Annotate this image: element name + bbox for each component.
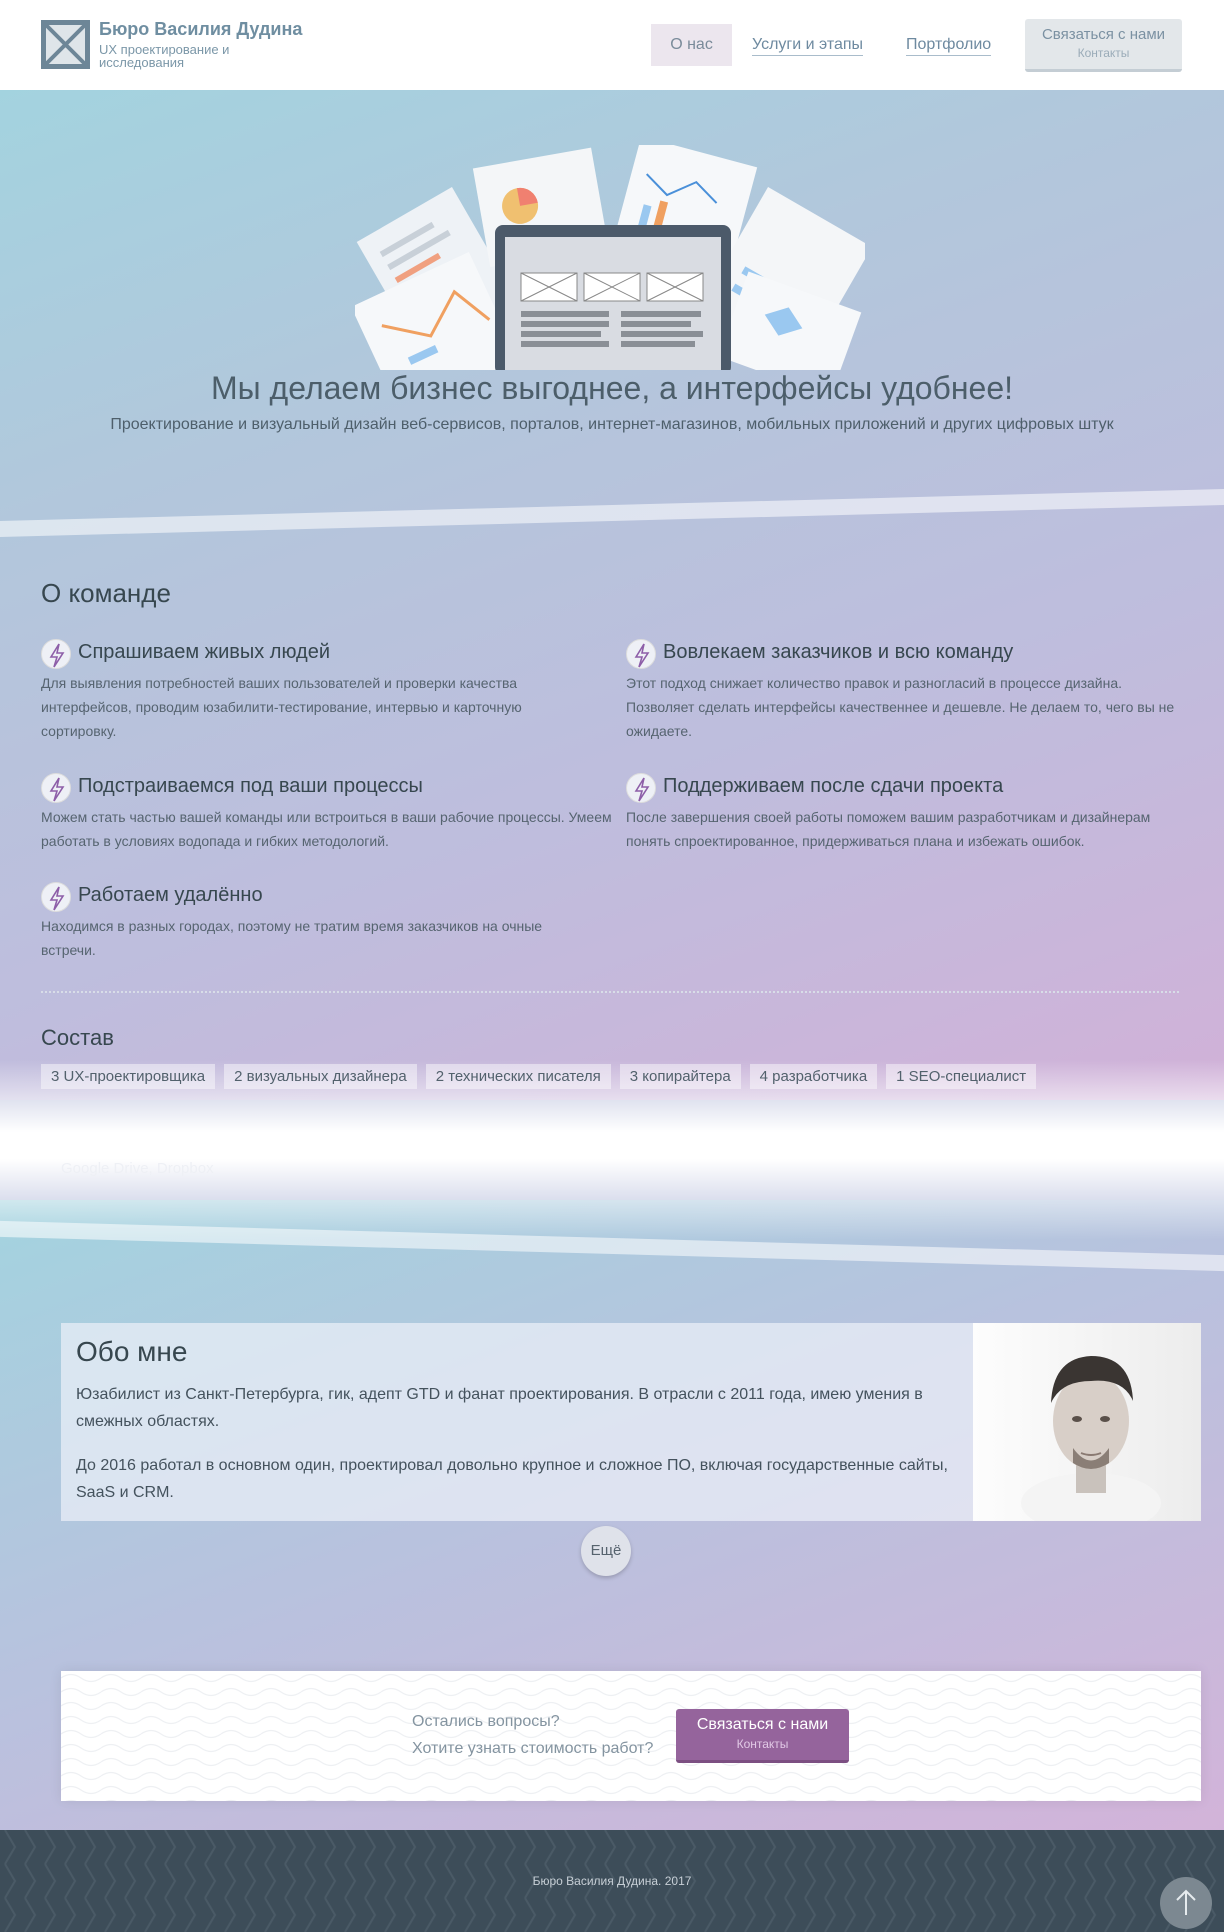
- author-photo: [973, 1323, 1201, 1533]
- composition-tags: 3 UX-проектировщика 2 визуальных дизайне…: [41, 1064, 1037, 1089]
- site-header: Бюро Василия Дудина UX проектирование и …: [0, 0, 1224, 90]
- feature-title: Подстраиваемся под ваши процессы: [78, 775, 423, 797]
- hero-title: Мы делаем бизнес выгоднее, а интерфейсы …: [210, 370, 1014, 406]
- lightning-icon: [626, 639, 656, 669]
- footer-copyright: Бюро Василия Дудина. 2017: [532, 1874, 692, 1888]
- feature-text: После завершения своей работы поможем ва…: [626, 809, 1151, 849]
- about-title: Обо мне: [76, 1336, 188, 1367]
- cta-panel: [61, 1671, 1201, 1801]
- team-title: О команде: [41, 578, 171, 608]
- arrow-up-icon[interactable]: [1160, 1877, 1212, 1929]
- contact-button-sub: Контакты: [1077, 46, 1130, 60]
- cta-question: Хотите узнать стоимость работ?: [412, 1740, 654, 1757]
- feature-text: Можем стать частью вашей команды или вст…: [41, 809, 612, 849]
- feature-text: Для выявления потребностей ваших пользов…: [41, 675, 522, 739]
- cta-question: Остались вопросы?: [412, 1713, 560, 1730]
- cta-button-sub: Контакты: [736, 1737, 789, 1751]
- more-button[interactable]: Ещё: [581, 1526, 631, 1576]
- feature-title: Вовлекаем заказчиков и всю команду: [663, 641, 1014, 663]
- nav-portfolio[interactable]: Портфолио: [906, 24, 992, 66]
- feature-title: Спрашиваем живых людей: [78, 641, 330, 663]
- feature-title: Работаем удалённо: [78, 884, 263, 906]
- brand-subtitle: UX проектирование и исследования: [99, 42, 230, 70]
- composition-tag: 3 UX-проектировщика: [41, 1064, 216, 1089]
- contact-button[interactable]: Связаться с нами Контакты: [1025, 19, 1182, 72]
- lightning-icon: [626, 773, 656, 803]
- composition-title: Состав: [41, 1025, 114, 1050]
- lightning-icon: [41, 639, 71, 669]
- feature-title: Поддерживаем после сдачи проекта: [663, 775, 1004, 797]
- wave-pattern: [61, 1671, 1201, 1801]
- composition-tag: 1 SEO-специалист: [886, 1064, 1037, 1089]
- cta-contact-button[interactable]: Связаться с нами Контакты: [676, 1709, 849, 1763]
- nav-services[interactable]: Услуги и этапы: [752, 24, 864, 66]
- divider: [41, 991, 1179, 993]
- feature-text: Этот подход снижает количество правок и …: [626, 675, 1175, 739]
- lightning-icon: [41, 773, 71, 803]
- about-paragraph: Юзабилист из Санкт-Петербурга, гик, адеп…: [76, 1386, 923, 1430]
- composition-tag: 3 копирайтера: [619, 1064, 741, 1089]
- about-paragraph: До 2016 работал в основном один, проекти…: [76, 1457, 948, 1501]
- logo-crossed-box-icon[interactable]: [41, 20, 90, 69]
- hero-subtitle: Проектирование и визуальный дизайн веб-с…: [110, 416, 1114, 433]
- faded-text: Google Drive, Dropbox: [61, 1160, 214, 1177]
- contact-button-label: Связаться с нами: [1041, 26, 1166, 43]
- feature-text: Находимся в разных городах, поэтому не т…: [41, 918, 543, 958]
- composition-tag: 4 разработчика: [749, 1064, 878, 1089]
- cta-button-label: Связаться с нами: [696, 1716, 829, 1733]
- nav-about[interactable]: О нас: [651, 24, 732, 66]
- laptop-documents-illustration: [355, 145, 865, 370]
- composition-tag: 2 визуальных дизайнера: [224, 1064, 417, 1089]
- lightning-icon: [41, 882, 71, 912]
- brand-name[interactable]: Бюро Василия Дудина: [99, 19, 302, 40]
- composition-tag: 2 технических писателя: [425, 1064, 611, 1089]
